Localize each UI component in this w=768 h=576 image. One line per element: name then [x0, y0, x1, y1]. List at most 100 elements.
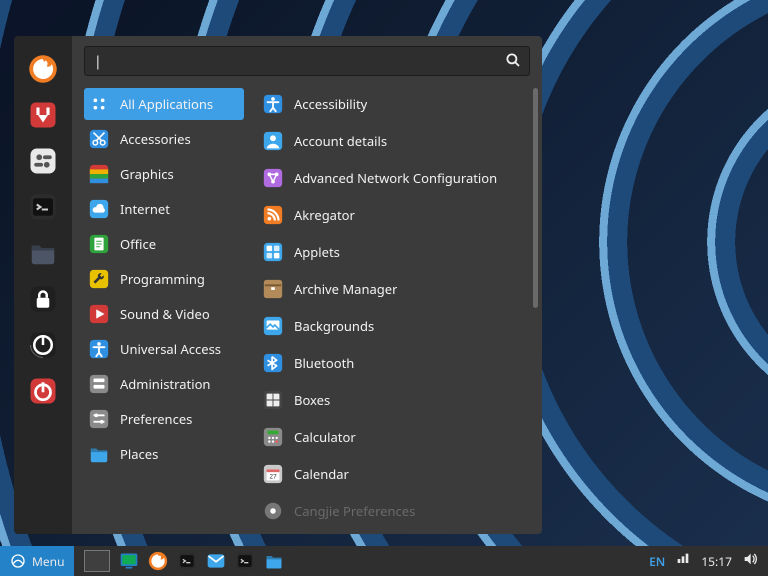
scrollbar-thumb[interactable] [533, 88, 538, 308]
app-backgrounds[interactable]: Backgrounds [258, 310, 536, 342]
app-bluetooth[interactable]: Bluetooth [258, 347, 536, 379]
favorites-column [14, 36, 72, 534]
taskbar-panel: Menu EN 15:17 [0, 546, 768, 576]
app-accessibility[interactable]: Accessibility [258, 88, 536, 120]
panel-pin-mail[interactable] [203, 549, 229, 573]
bg-icon [262, 315, 284, 337]
rainbow-icon [88, 163, 110, 185]
access-icon [88, 338, 110, 360]
search-box: | [84, 46, 530, 76]
favorite-transmission[interactable] [26, 98, 60, 132]
svg-text:27: 27 [269, 472, 277, 481]
boxes-icon [262, 389, 284, 411]
system-tray: EN 15:17 [639, 551, 768, 571]
category-label: Places [120, 445, 158, 463]
app-calendar[interactable]: 27 Calendar [258, 458, 536, 490]
menu-button-label: Menu [32, 553, 64, 570]
admin-icon [88, 373, 110, 395]
favorite-lock[interactable] [26, 282, 60, 316]
category-universal-access[interactable]: Universal Access [84, 333, 244, 365]
play-icon [88, 303, 110, 325]
category-places[interactable]: Places [84, 438, 244, 470]
access-icon [262, 93, 284, 115]
workspace-switcher[interactable] [84, 550, 110, 572]
category-label: Preferences [120, 410, 192, 428]
category-label: Accessories [120, 130, 191, 148]
cog-icon [262, 500, 284, 522]
favorite-shutdown[interactable] [26, 374, 60, 408]
category-label: Administration [120, 375, 210, 393]
cloud-icon [88, 198, 110, 220]
category-label: Internet [120, 200, 170, 218]
application-column: Accessibility Account details Advanced Net… [244, 82, 542, 534]
keyboard-layout-indicator[interactable]: EN [649, 553, 665, 570]
clock[interactable]: 15:17 [701, 553, 732, 570]
category-graphics[interactable]: Graphics [84, 158, 244, 190]
category-label: Programming [120, 270, 205, 288]
favorite-files[interactable] [26, 236, 60, 270]
category-preferences[interactable]: Preferences [84, 403, 244, 435]
app-label: Archive Manager [294, 280, 397, 298]
app-applets[interactable]: Applets [258, 236, 536, 268]
avatar-icon [262, 130, 284, 152]
app-archive-manager[interactable]: Archive Manager [258, 273, 536, 305]
panel-pin-firefox[interactable] [145, 549, 171, 573]
app-label: Cangjie Preferences [294, 502, 415, 520]
menu-body: | All Applications Accessories Graphics Int… [72, 36, 542, 534]
category-label: Universal Access [120, 340, 221, 358]
folder-icon [88, 443, 110, 465]
favorite-settings[interactable] [26, 144, 60, 178]
category-accessories[interactable]: Accessories [84, 123, 244, 155]
app-boxes[interactable]: Boxes [258, 384, 536, 416]
scissors-icon [88, 128, 110, 150]
calc-icon [262, 426, 284, 448]
app-label: Calendar [294, 465, 349, 483]
pinned-apps-bar [116, 549, 287, 573]
panel-pin-terminal[interactable] [174, 549, 200, 573]
category-column: All Applications Accessories Graphics Inter… [72, 82, 244, 534]
rss-icon [262, 204, 284, 226]
category-label: All Applications [120, 95, 213, 113]
search-input[interactable] [84, 46, 530, 76]
search-icon [504, 51, 522, 73]
wrench-icon [88, 268, 110, 290]
archive-icon [262, 278, 284, 300]
panel-pin-show-desktop[interactable] [116, 549, 142, 573]
category-label: Sound & Video [120, 305, 210, 323]
app-cangjie-preferences[interactable]: Cangjie Preferences [258, 495, 536, 527]
app-account-details[interactable]: Account details [258, 125, 536, 157]
menu-button[interactable]: Menu [0, 546, 74, 576]
category-sound-video[interactable]: Sound & Video [84, 298, 244, 330]
app-akregator[interactable]: Akregator [258, 199, 536, 231]
category-all-applications[interactable]: All Applications [84, 88, 244, 120]
volume-icon[interactable] [742, 551, 758, 571]
app-label: Accessibility [294, 95, 367, 113]
panel-pin-terminal2[interactable] [232, 549, 258, 573]
category-office[interactable]: Office [84, 228, 244, 260]
text-caret: | [94, 52, 102, 71]
category-administration[interactable]: Administration [84, 368, 244, 400]
netadv-icon [262, 167, 284, 189]
search-wrapper: | [72, 36, 542, 82]
cal-icon: 27 [262, 463, 284, 485]
app-label: Bluetooth [294, 354, 354, 372]
app-label: Applets [294, 243, 340, 261]
category-label: Office [120, 235, 156, 253]
app-label: Advanced Network Configuration [294, 169, 497, 187]
application-menu: | All Applications Accessories Graphics Int… [14, 36, 542, 534]
panel-pin-files[interactable] [261, 549, 287, 573]
category-programming[interactable]: Programming [84, 263, 244, 295]
network-icon[interactable] [675, 551, 691, 571]
category-label: Graphics [120, 165, 174, 183]
all-icon [88, 93, 110, 115]
favorite-firefox[interactable] [26, 52, 60, 86]
category-internet[interactable]: Internet [84, 193, 244, 225]
app-calculator[interactable]: Calculator [258, 421, 536, 453]
app-label: Calculator [294, 428, 356, 446]
favorite-logout[interactable] [26, 328, 60, 362]
app-advanced-network-configuration[interactable]: Advanced Network Configuration [258, 162, 536, 194]
menu-columns: All Applications Accessories Graphics Inter… [72, 82, 542, 534]
app-label: Account details [294, 132, 387, 150]
app-label: Backgrounds [294, 317, 374, 335]
favorite-terminal[interactable] [26, 190, 60, 224]
